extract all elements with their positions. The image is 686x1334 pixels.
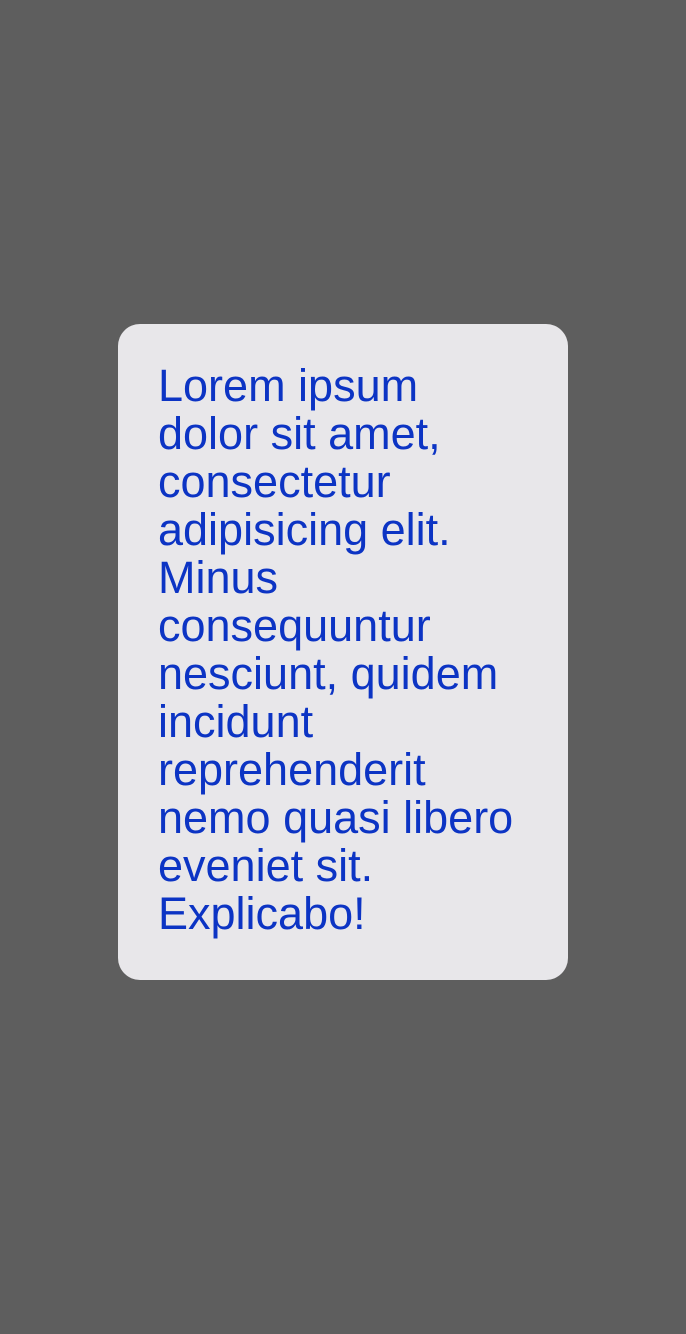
- card-body-text: Lorem ipsum dolor sit amet, consectetur …: [158, 360, 514, 939]
- text-card: Lorem ipsum dolor sit amet, consectetur …: [118, 324, 568, 980]
